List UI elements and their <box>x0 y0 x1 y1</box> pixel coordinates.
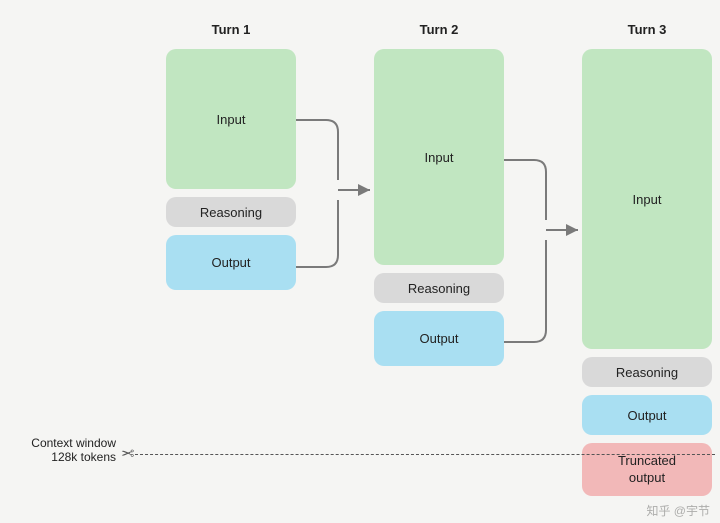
turn-1-output-box: Output <box>166 235 296 290</box>
turn-2-column: Turn 2 Input Reasoning Output <box>374 22 504 374</box>
turn-1-input-box: Input <box>166 49 296 189</box>
turn-3-truncated-box: Truncated output <box>582 443 712 496</box>
turn-3-column: Turn 3 Input Reasoning Output Truncated … <box>582 22 712 504</box>
context-window-line1: Context window <box>8 436 116 450</box>
turn-3-header: Turn 3 <box>582 22 712 37</box>
turn-2-reasoning-box: Reasoning <box>374 273 504 303</box>
turn-1-reasoning-box: Reasoning <box>166 197 296 227</box>
context-window-line <box>135 454 715 455</box>
context-window-label: Context window 128k tokens <box>8 436 116 464</box>
scissors-icon: ✂ <box>121 444 134 464</box>
turn-2-output-box: Output <box>374 311 504 366</box>
turn-2-header: Turn 2 <box>374 22 504 37</box>
turn-3-reasoning-box: Reasoning <box>582 357 712 387</box>
context-window-line2: 128k tokens <box>8 450 116 464</box>
watermark-text: 知乎 @宇节 <box>646 502 710 519</box>
turn-3-output-box: Output <box>582 395 712 435</box>
turn-1-column: Turn 1 Input Reasoning Output <box>166 22 296 298</box>
turn-1-header: Turn 1 <box>166 22 296 37</box>
turn-2-input-box: Input <box>374 49 504 265</box>
turn-3-input-box: Input <box>582 49 712 349</box>
